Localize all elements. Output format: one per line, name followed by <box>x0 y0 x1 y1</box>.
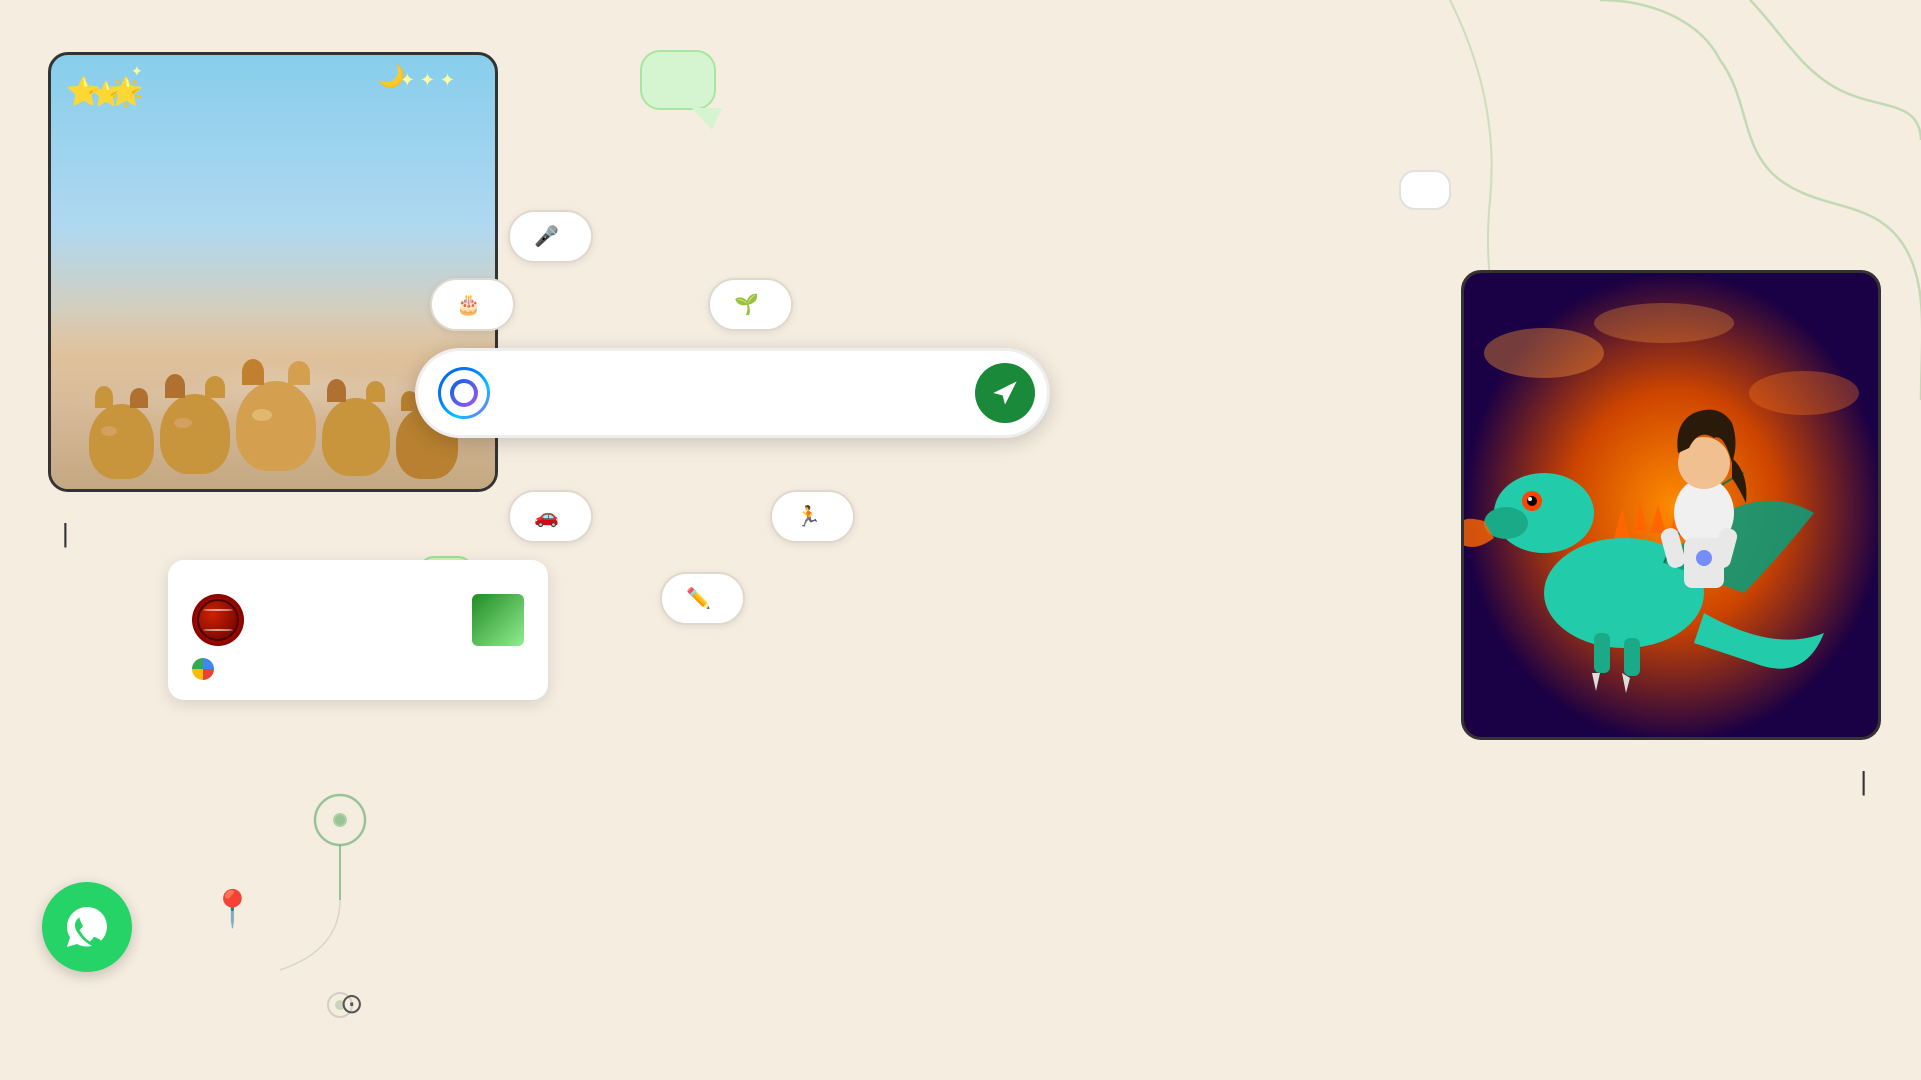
meta-ai-logo <box>438 367 490 419</box>
whatsapp-logo <box>61 901 113 953</box>
pill-birthday-poem[interactable]: 🎂 <box>430 278 515 331</box>
whatsapp-icon[interactable] <box>42 882 132 972</box>
broccoli-speech-bubble <box>1399 170 1451 210</box>
meta-ai-logo-inner <box>450 379 478 407</box>
pill-couch-5k[interactable]: 🏃 <box>770 490 855 543</box>
dragon-scene-svg <box>1464 273 1878 737</box>
pill-birthday-poem-icon: 🎂 <box>456 292 481 317</box>
search-bar[interactable] <box>415 348 1050 438</box>
cricket-logo <box>192 594 244 646</box>
pill-change-tire-icon: 🚗 <box>534 504 559 529</box>
pill-public-speaking[interactable]: 🎤 <box>508 210 593 263</box>
pill-houseplant-icon: 🌱 <box>734 292 759 317</box>
dragon-card <box>1461 270 1881 740</box>
cricket-result-item <box>192 594 524 646</box>
search-submit-button[interactable] <box>975 363 1035 423</box>
cricket-thumbnail <box>472 594 524 646</box>
dragon-image <box>1464 273 1878 737</box>
pill-quantum[interactable]: ✏️ <box>660 572 745 625</box>
meals-speech-bubble <box>640 50 716 110</box>
pill-couch-5k-icon: 🏃 <box>796 504 821 529</box>
pill-houseplant[interactable]: 🌱 <box>708 278 793 331</box>
pill-change-tire[interactable]: 🚗 <box>508 490 593 543</box>
send-icon <box>991 379 1019 407</box>
location-pin-top: 📍 <box>210 888 255 930</box>
google-logo <box>192 658 214 680</box>
cricket-google-link[interactable] <box>192 658 524 680</box>
birthday-caption: | <box>48 510 83 557</box>
dragon-caption: | <box>1846 758 1881 805</box>
cricket-results-card <box>168 560 548 700</box>
pill-public-speaking-icon: 🎤 <box>534 224 559 249</box>
location-pin-bottom: ⊙ <box>340 987 363 1020</box>
pill-quantum-icon: ✏️ <box>686 586 711 611</box>
